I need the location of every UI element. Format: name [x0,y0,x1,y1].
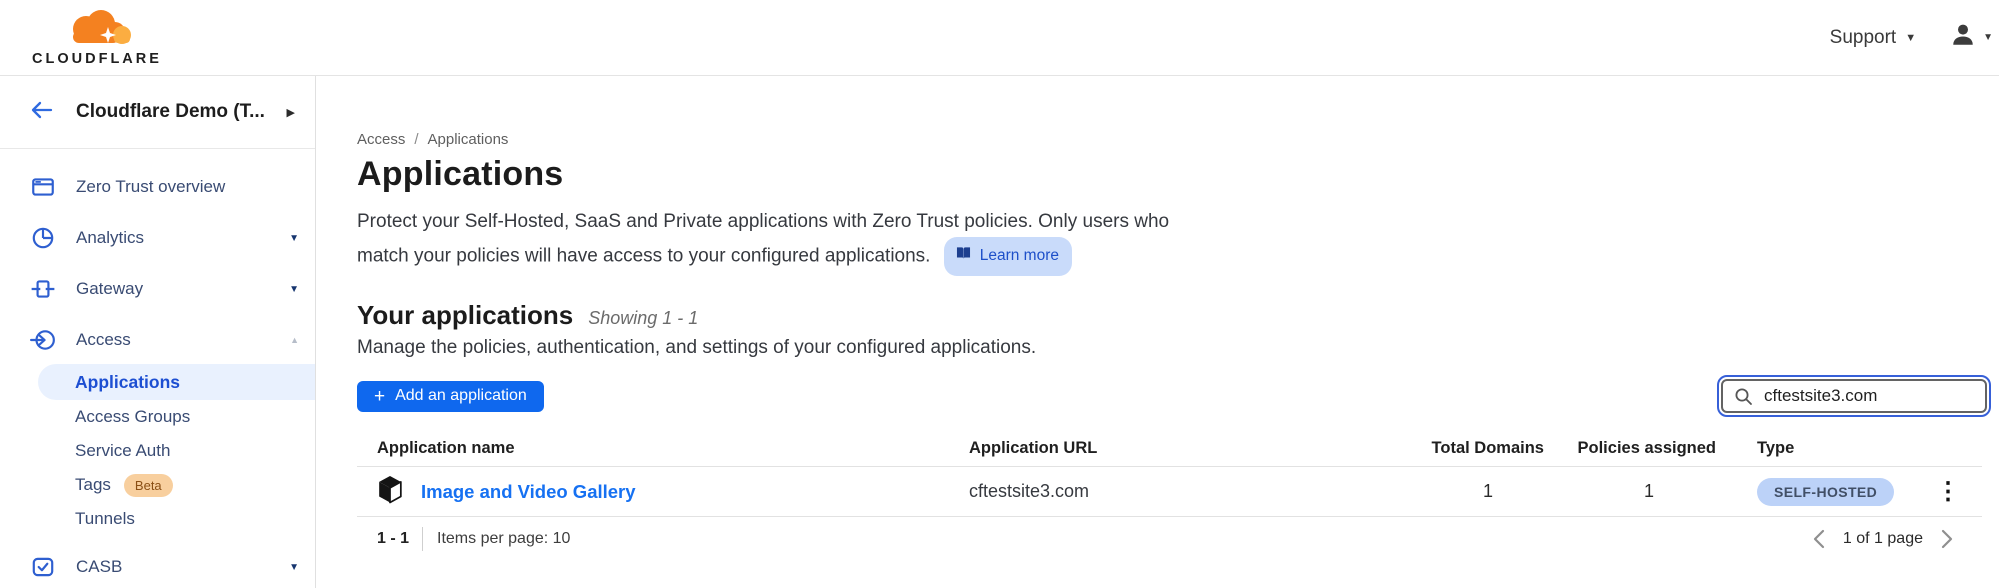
column-header-type: Type [1716,439,1916,458]
breadcrumb-applications: Applications [428,131,509,148]
zero-trust-dashboard: CLOUDFLARE Support ▼ ▼ [0,0,1999,588]
account-name: Cloudflare Demo (T... [76,101,287,123]
sidebar-item-label: Applications [75,372,180,393]
support-caret-icon: ▼ [1905,32,1916,44]
page-indicator: 1 of 1 page [1843,530,1923,548]
table-header-row: Application name Application URL Total D… [357,431,1982,467]
page-title: Applications [357,155,1991,194]
access-collapse-icon[interactable]: ▲ [290,335,299,345]
cloudflare-cloud-icon [56,9,138,50]
section-header: Your applications Showing 1 - 1 [357,300,1991,331]
sidebar-item-label: CASB [76,557,122,577]
items-per-page[interactable]: Items per page: 10 [437,530,570,548]
row-kebab-menu-icon[interactable]: ⋮ [1916,480,1982,504]
search-field [1717,375,1991,417]
column-header-application-url: Application URL [949,439,1369,458]
beta-badge: Beta [124,474,173,497]
sidebar-item-label: Access Groups [75,407,190,427]
column-header-policies-assigned: Policies assigned [1544,439,1716,458]
page-description: Protect your Self-Hosted, SaaS and Priva… [357,207,1991,276]
sidebar-item-label: Analytics [76,228,144,248]
column-header-total-domains: Total Domains [1369,439,1544,458]
pagination-controls: 1 of 1 page [1812,529,1982,549]
back-arrow-icon[interactable] [28,100,54,125]
add-application-label: Add an application [395,387,527,405]
casb-caret-icon[interactable]: ▼ [289,562,299,573]
user-avatar-icon [1950,22,1976,53]
total-domains-cell: 1 [1369,481,1544,502]
sidebar-item-label: Tunnels [75,509,135,529]
book-icon [955,241,972,271]
policies-assigned-cell: 1 [1544,481,1716,502]
account-switcher: Cloudflare Demo (T... ▶ [0,76,315,149]
action-row: + Add an application [357,373,1991,419]
sidebar-item-applications[interactable]: Applications [38,364,315,400]
user-caret-icon: ▼ [1983,32,1993,43]
analytics-caret-icon[interactable]: ▼ [289,233,299,244]
application-url-cell: cftestsite3.com [949,481,1369,502]
sidebar-item-access[interactable]: Access ▲ [0,318,315,362]
cloudflare-logo: CLOUDFLARE [22,9,172,67]
sidebar-item-casb[interactable]: CASB ▼ [0,545,315,588]
footer-divider [422,527,423,551]
breadcrumb: Access / Applications [357,131,1991,148]
gateway-icon [30,276,56,302]
description-line-2: match your policies will have access to … [357,246,930,267]
breadcrumb-access[interactable]: Access [357,131,405,148]
section-title: Your applications [357,300,573,331]
learn-more-label: Learn more [980,241,1059,271]
sidebar-item-access-groups[interactable]: Access Groups [38,400,315,434]
pie-chart-icon [30,225,56,251]
sidebar-item-label: Service Auth [75,441,170,461]
main-content: Access / Applications Applications Prote… [316,76,1999,588]
support-label: Support [1830,27,1897,49]
items-range: 1 - 1 [377,530,409,548]
sidebar-item-label: Gateway [76,279,143,299]
sidebar-item-service-auth[interactable]: Service Auth [38,434,315,468]
application-link[interactable]: Image and Video Gallery [421,481,636,503]
casb-check-icon [30,554,56,580]
cloudflare-wordmark: CLOUDFLARE [32,51,162,67]
add-application-button[interactable]: + Add an application [357,381,544,412]
sidebar: Cloudflare Demo (T... ▶ Zero Trust overv… [0,76,316,588]
user-menu[interactable]: ▼ [1950,22,1993,53]
sidebar-item-tags[interactable]: Tags Beta [38,468,315,502]
gateway-caret-icon[interactable]: ▼ [289,284,299,295]
plus-icon: + [374,387,385,406]
sidebar-item-zero-trust-overview[interactable]: Zero Trust overview [0,165,315,209]
application-name-cell: Image and Video Gallery [357,475,949,509]
access-login-icon [30,327,56,353]
section-subtitle: Manage the policies, authentication, and… [357,337,1991,359]
top-bar: CLOUDFLARE Support ▼ ▼ [0,0,1999,76]
next-page-icon[interactable] [1941,529,1954,549]
browser-window-icon [30,174,56,200]
sidebar-item-label: Access [76,330,131,350]
support-menu[interactable]: Support ▼ [1830,27,1916,49]
sidebar-nav: Zero Trust overview Analytics ▼ [0,165,315,588]
search-input[interactable] [1721,379,1987,413]
type-badge: SELF-HOSTED [1757,478,1894,506]
sidebar-item-label: Tags [75,475,111,495]
search-icon [1734,387,1753,411]
top-bar-actions: Support ▼ ▼ [1830,22,1993,53]
app-cube-icon [377,475,403,509]
sidebar-item-label: Zero Trust overview [76,177,225,197]
learn-more-badge[interactable]: Learn more [944,237,1072,276]
applications-table: Application name Application URL Total D… [357,431,1982,517]
sidebar-item-tunnels[interactable]: Tunnels [38,502,315,536]
description-line-1: Protect your Self-Hosted, SaaS and Priva… [357,211,1169,232]
sidebar-item-analytics[interactable]: Analytics ▼ [0,216,315,260]
table-row: Image and Video Gallery cftestsite3.com … [357,467,1982,517]
column-header-application-name: Application name [357,439,949,458]
showing-count: Showing 1 - 1 [588,308,698,329]
previous-page-icon[interactable] [1812,529,1825,549]
type-cell: SELF-HOSTED [1716,478,1916,506]
breadcrumb-separator: / [414,131,418,148]
sidebar-item-gateway[interactable]: Gateway ▼ [0,267,315,311]
account-expand-icon[interactable]: ▶ [287,106,295,119]
table-footer: 1 - 1 Items per page: 10 1 of 1 page [357,527,1982,551]
pagination-summary: 1 - 1 Items per page: 10 [357,527,570,551]
